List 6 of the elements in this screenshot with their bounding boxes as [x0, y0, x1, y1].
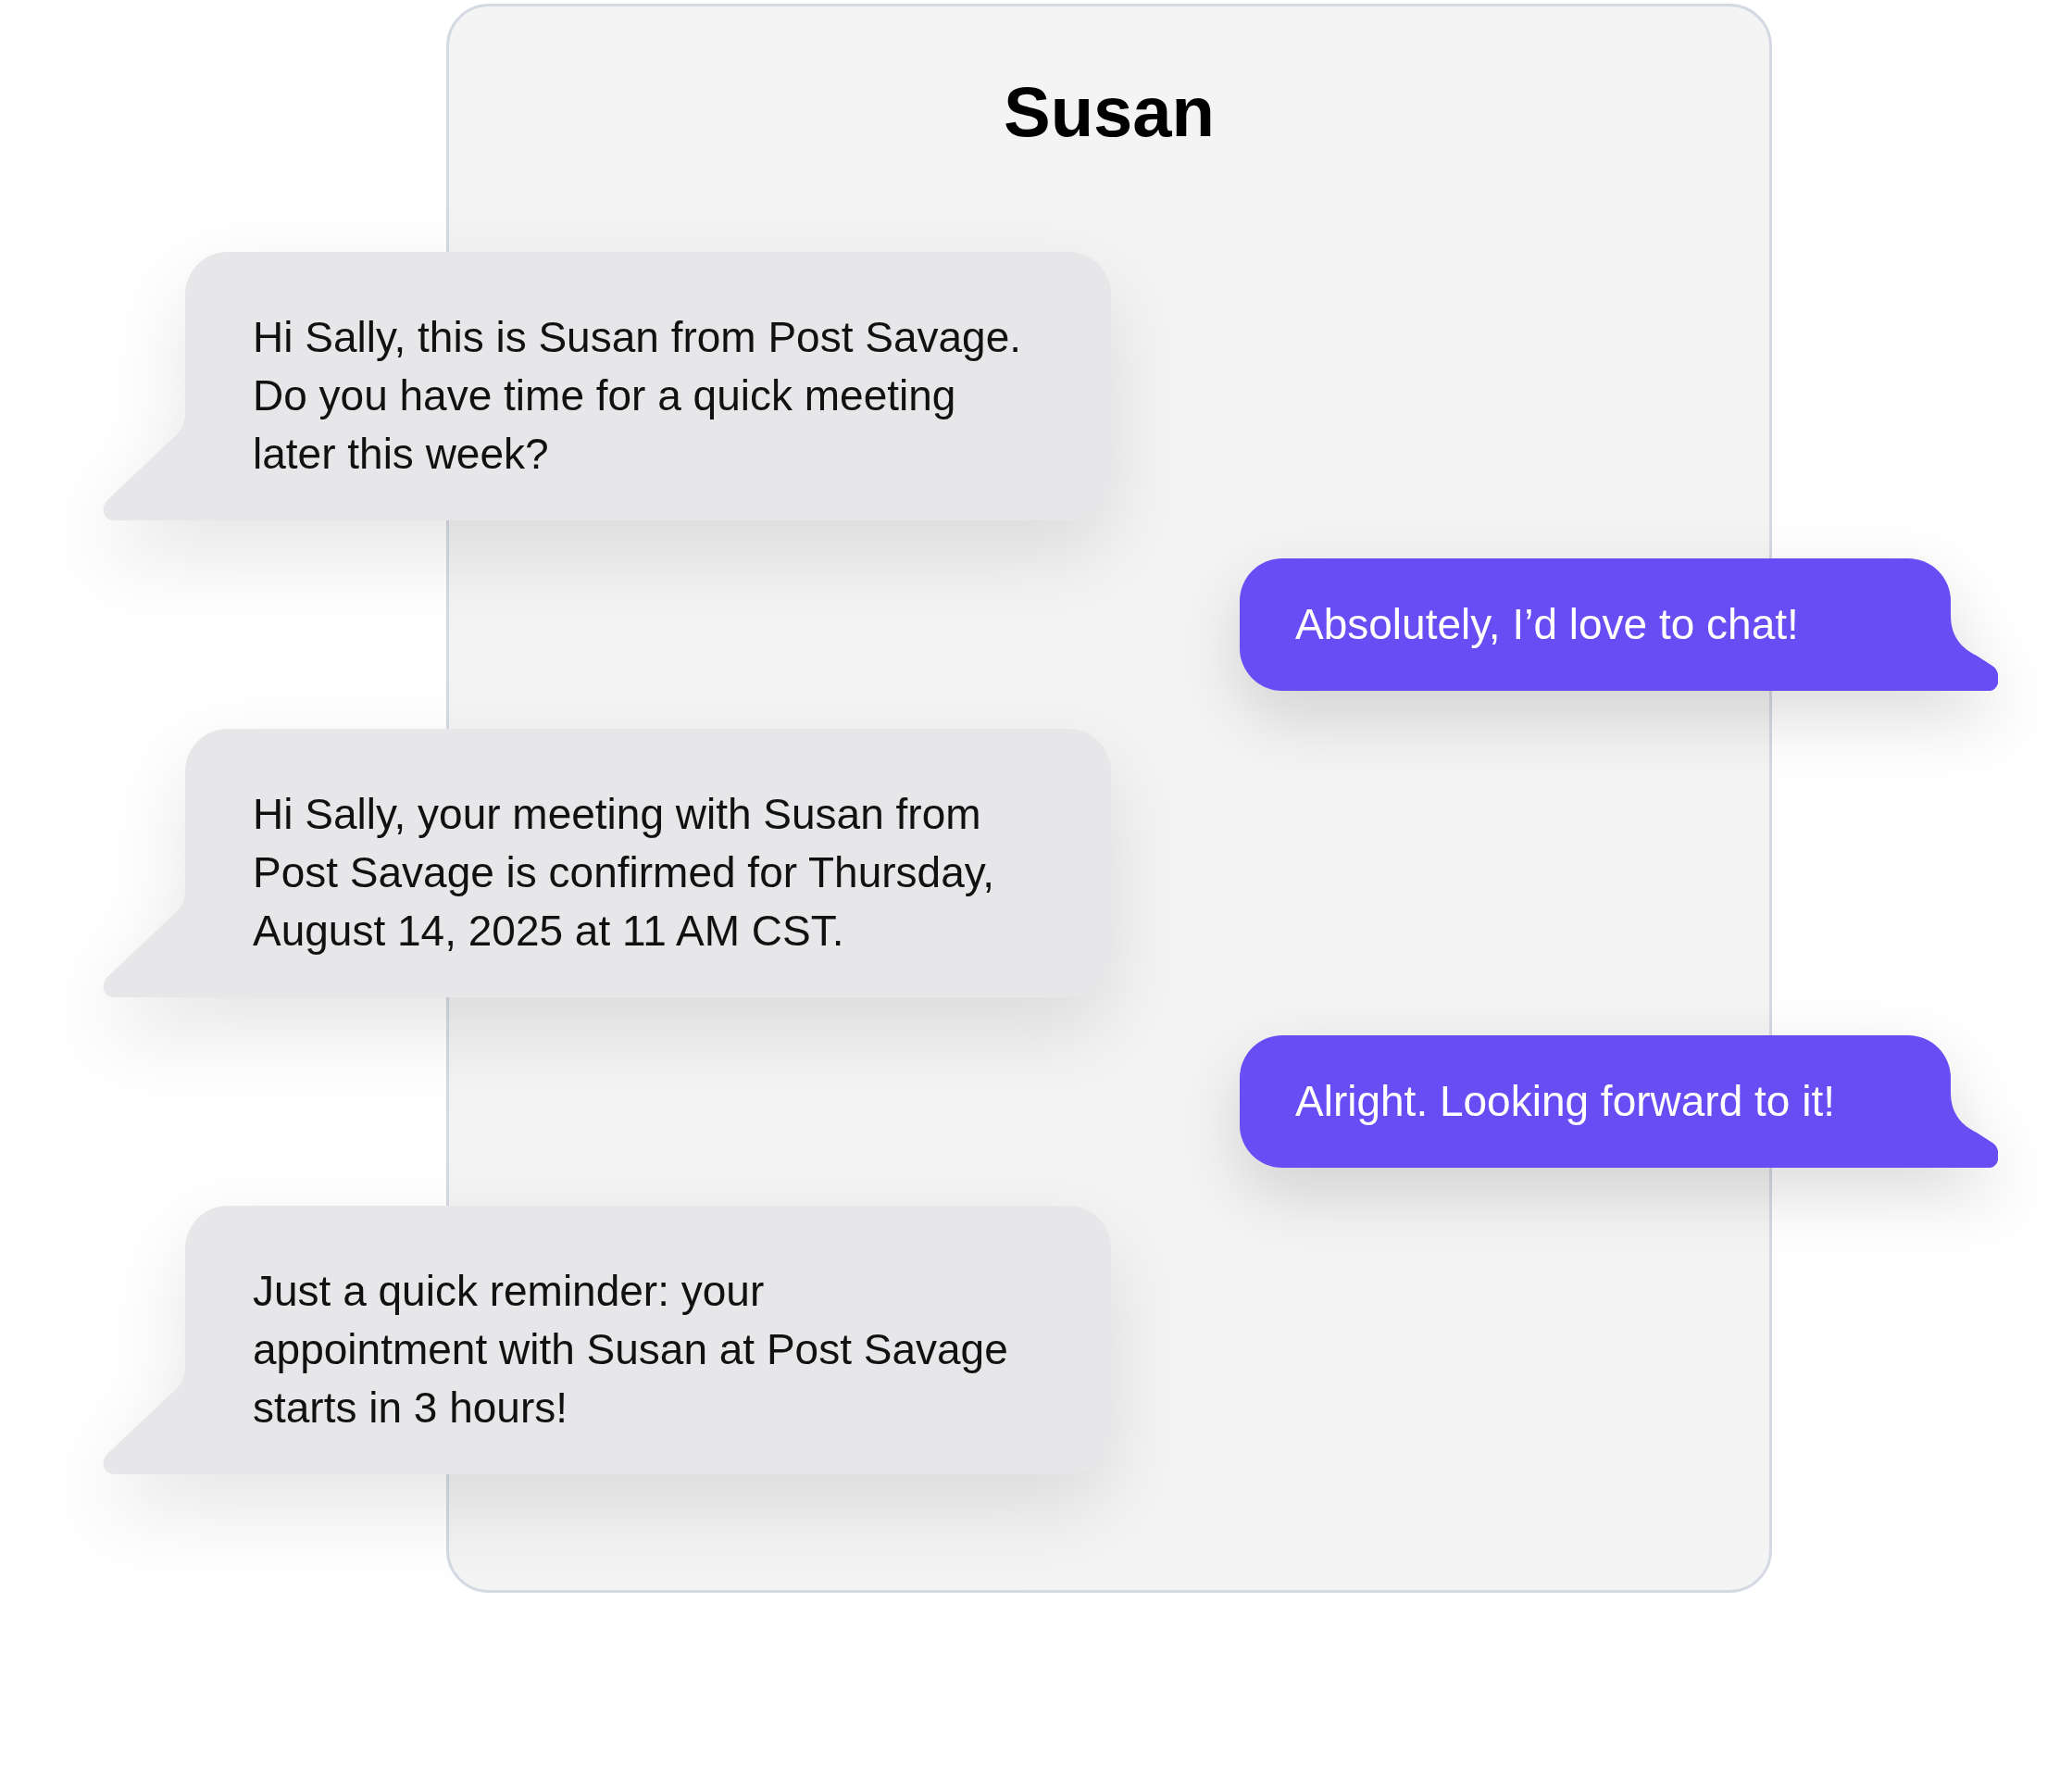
message-text: Alright. Looking forward to it!: [1295, 1076, 1835, 1127]
message-text: Just a quick reminder: your appointment with Susan at Post Savage starts in 3 hours!: [253, 1266, 1008, 1434]
contact-name: Susan: [1003, 75, 1216, 149]
message-text: Absolutely, I’d love to chat!: [1295, 599, 1799, 650]
message-text: Hi Sally, your meeting with Susan from Post Savage is confirmed for Thursday, August 14, 2025 at 11 AM CST.: [253, 789, 995, 957]
message-text: Hi Sally, this is Susan from Post Savage. Do you have time for a quick meeting later this week?: [253, 312, 1022, 480]
